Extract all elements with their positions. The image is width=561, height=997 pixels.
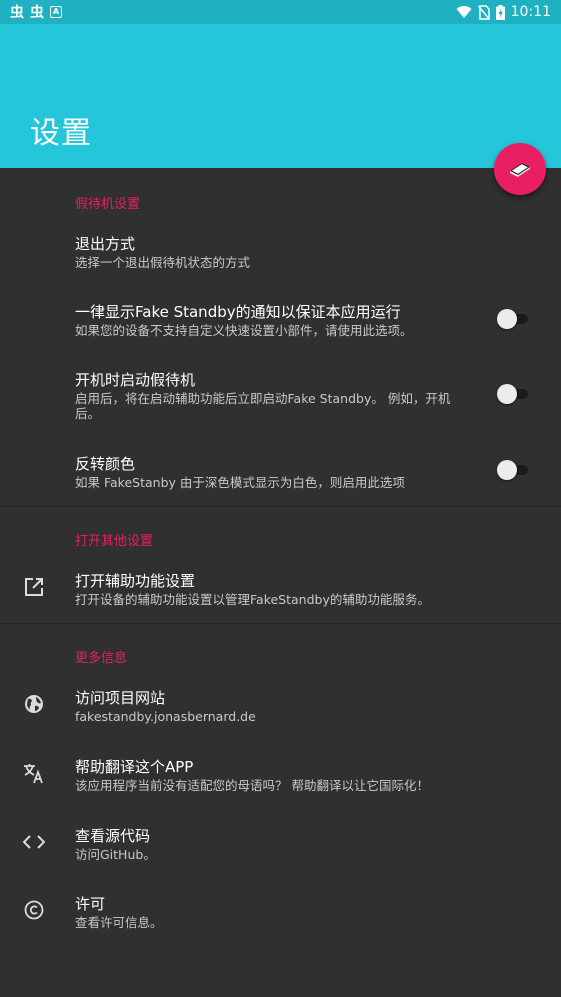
setting-title: 退出方式 <box>75 235 136 253</box>
setting-title: 开机时启动假待机 <box>75 371 196 389</box>
setting-title: 访问项目网站 <box>75 689 166 707</box>
setting-subtitle: 如果您的设备不支持自定义快速设置小部件，请使用此选项。 <box>75 323 413 338</box>
setting-subtitle: 启用后，将在启动辅助功能后立即启动Fake Standby。 例如，开机后。 <box>75 391 451 421</box>
open-in-new-icon <box>22 575 46 599</box>
globe-icon <box>22 692 46 716</box>
setting-license[interactable]: 许可 查看许可信息。 <box>0 884 561 942</box>
status-time: 10:11 <box>510 4 551 20</box>
fake-standby-fab[interactable] <box>494 143 546 195</box>
page-title: 设置 <box>30 116 92 151</box>
section-title-other-settings: 打开其他设置 <box>75 534 154 549</box>
setting-help-translate[interactable]: 帮助翻译这个APP 该应用程序当前没有适配您的母语吗？ 帮助翻译以让它国际化！ <box>0 747 561 805</box>
setting-subtitle: 打开设备的辅助功能设置以管理FakeStandby的辅助功能服务。 <box>75 592 430 607</box>
invert-colors-toggle[interactable] <box>496 460 530 480</box>
setting-view-source[interactable]: 查看源代码 访问GitHub。 <box>0 816 561 874</box>
setting-subtitle: 选择一个退出假待机状态的方式 <box>75 255 251 270</box>
setting-always-show-notification[interactable]: 一律显示Fake Standby的通知以保证本应用运行 如果您的设备不支持自定义… <box>0 292 561 350</box>
setting-visit-website[interactable]: 访问项目网站 fakestandby.jonasbernard.de <box>0 678 561 736</box>
copyright-icon <box>22 898 46 922</box>
wifi-icon <box>456 6 472 19</box>
always-show-notification-toggle[interactable] <box>496 309 530 329</box>
section-title-more-info: 更多信息 <box>75 651 128 666</box>
battery-charging-icon <box>495 4 505 20</box>
setting-open-accessibility[interactable]: 打开辅助功能设置 打开设备的辅助功能设置以管理FakeStandby的辅助功能服… <box>0 561 561 619</box>
setting-title: 反转颜色 <box>75 455 136 473</box>
app-bar: 设置 <box>0 24 561 168</box>
setting-subtitle: fakestandby.jonasbernard.de <box>75 709 256 724</box>
start-on-boot-toggle[interactable] <box>496 384 530 404</box>
toggle-thumb <box>497 309 517 329</box>
section-divider <box>0 506 561 507</box>
status-bar: 虫 虫 A 10:11 <box>0 0 561 24</box>
setting-subtitle: 查看许可信息。 <box>75 915 163 930</box>
notification-app-icon: 虫 <box>10 5 24 21</box>
notification-app-icon: 虫 <box>30 5 44 21</box>
code-icon <box>22 830 46 854</box>
section-title-standby-settings: 假待机设置 <box>75 197 141 212</box>
status-bar-left: 虫 虫 A <box>10 2 62 22</box>
setting-start-on-boot[interactable]: 开机时启动假待机 启用后，将在启动辅助功能后立即启动Fake Standby。 … <box>0 360 561 430</box>
section-divider <box>0 623 561 624</box>
notification-a-icon: A <box>50 6 62 18</box>
phone-standby-icon <box>510 163 530 177</box>
setting-subtitle: 该应用程序当前没有适配您的母语吗？ 帮助翻译以让它国际化！ <box>75 778 429 793</box>
toggle-thumb <box>497 460 517 480</box>
setting-title: 许可 <box>75 895 106 913</box>
toggle-thumb <box>497 384 517 404</box>
setting-title: 一律显示Fake Standby的通知以保证本应用运行 <box>75 303 401 321</box>
setting-title: 打开辅助功能设置 <box>75 572 196 590</box>
setting-exit-method[interactable]: 退出方式 选择一个退出假待机状态的方式 <box>0 224 561 282</box>
status-bar-right: 10:11 <box>456 4 551 20</box>
translate-icon <box>22 761 46 785</box>
setting-subtitle: 访问GitHub。 <box>75 847 156 862</box>
setting-title: 查看源代码 <box>75 827 151 845</box>
setting-title: 帮助翻译这个APP <box>75 758 194 776</box>
no-sim-icon <box>477 4 490 20</box>
setting-subtitle: 如果 FakeStanby 由于深色模式显示为白色，则启用此选项 <box>75 475 405 490</box>
setting-invert-colors[interactable]: 反转颜色 如果 FakeStanby 由于深色模式显示为白色，则启用此选项 <box>0 444 561 502</box>
